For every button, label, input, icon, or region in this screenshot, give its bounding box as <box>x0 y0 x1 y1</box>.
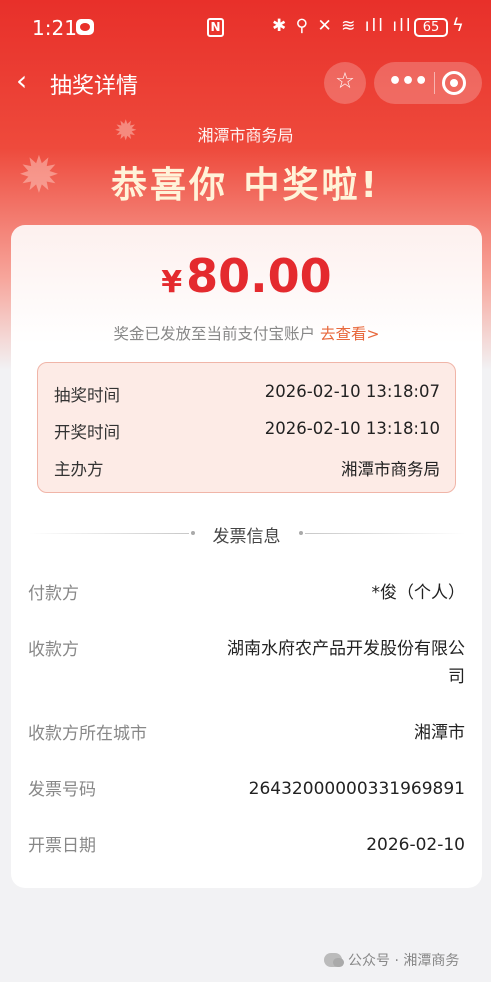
miniapp-capsule: ••• <box>374 62 482 104</box>
invoice-date-label: 开票日期 <box>28 836 96 856</box>
view-account-link[interactable]: 去查看> <box>320 325 380 343</box>
draw-time-label: 抽奖时间 <box>54 386 120 405</box>
payout-note: 奖金已发放至当前支付宝账户 去查看> <box>11 322 482 344</box>
payee-city-label: 收款方所在城市 <box>28 724 147 744</box>
watermark-text: 公众号 · 湘潭商务 <box>348 953 460 969</box>
amount-value: 80.00 <box>186 249 332 303</box>
close-miniapp-icon[interactable] <box>442 71 466 95</box>
payer-value: *俊（个人） <box>371 583 466 603</box>
status-bar: 1:21 N ✱ ⚲ ✕ ≋ ıll ıll 65 ϟ <box>0 0 491 56</box>
wechat-notification-icon <box>76 19 94 35</box>
battery-icon: 65 <box>414 18 448 37</box>
navigation-bar: ‹ 抽奖详情 ☆ ••• <box>0 60 491 106</box>
capsule-divider <box>434 72 435 94</box>
charging-icon: ϟ <box>452 15 464 36</box>
more-dots-icon[interactable]: ••• <box>388 62 428 102</box>
prize-card: ¥80.00 奖金已发放至当前支付宝账户 去查看> 抽奖时间 2026-02-1… <box>11 225 482 888</box>
watermark: 公众号 · 湘潭商务 <box>324 950 459 970</box>
invoice-number-value: 26432000000331969891 <box>248 779 465 799</box>
page-title: 抽奖详情 <box>50 74 139 99</box>
payee-value-line2: 司 <box>448 667 465 687</box>
host-row: 主办方 湘潭市商务局 <box>54 456 440 479</box>
draw-info-box: 抽奖时间 2026-02-10 13:18:07 开奖时间 2026-02-10… <box>37 362 456 493</box>
payee-value-line1: 湖南水府农产品开发股份有限公 <box>227 639 465 659</box>
organizer-label: 湘潭市商务局 <box>197 126 294 145</box>
wechat-logo-icon <box>324 953 344 967</box>
draw-time-row: 抽奖时间 2026-02-10 13:18:07 <box>54 382 440 405</box>
system-status-icons: ✱ ⚲ ✕ ≋ ıll ıll <box>272 16 413 36</box>
open-time-value: 2026-02-10 13:18:10 <box>264 419 440 438</box>
invoice-number-label: 发票号码 <box>28 780 96 800</box>
open-time-row: 开奖时间 2026-02-10 13:18:10 <box>54 419 440 442</box>
host-label: 主办方 <box>54 460 104 479</box>
section-divider-right <box>305 533 465 534</box>
section-dot-right <box>299 531 303 535</box>
payout-note-text: 奖金已发放至当前支付宝账户 <box>113 325 316 343</box>
invoice-section-title: 发票信息 <box>212 527 281 547</box>
nfc-icon: N <box>207 18 224 37</box>
payer-label: 付款方 <box>28 584 79 604</box>
prize-amount: ¥80.00 <box>11 249 482 303</box>
favorite-star-icon[interactable]: ☆ <box>324 62 366 104</box>
win-headline: 恭喜你 中奖啦! <box>111 165 380 206</box>
back-chevron-icon[interactable]: ‹ <box>16 66 27 96</box>
payee-city-value: 湘潭市 <box>414 723 465 743</box>
open-time-label: 开奖时间 <box>54 423 120 442</box>
host-value: 湘潭市商务局 <box>341 460 440 479</box>
status-time: 1:21 <box>32 16 77 40</box>
invoice-date-value: 2026-02-10 <box>366 835 465 855</box>
currency-symbol: ¥ <box>161 265 183 300</box>
draw-time-value: 2026-02-10 13:18:07 <box>264 382 440 401</box>
payee-label: 收款方 <box>28 640 79 660</box>
payee-value: 湖南水府农产品开发股份有限公司 <box>227 635 465 691</box>
